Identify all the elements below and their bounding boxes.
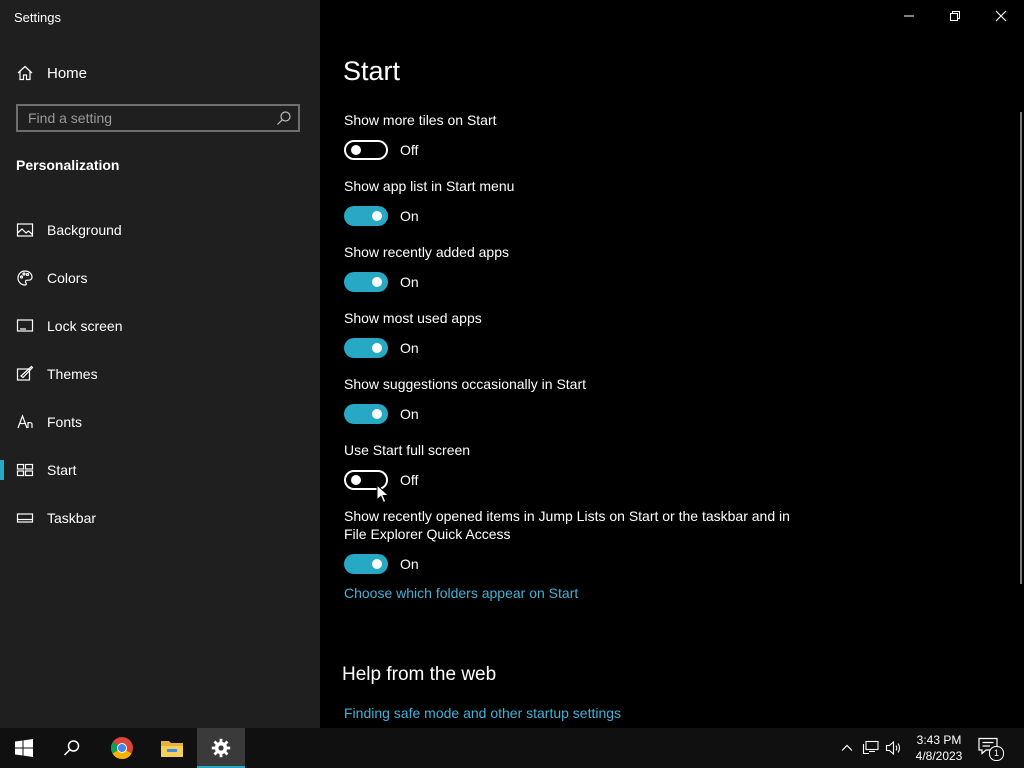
action-center-button[interactable]: 1 [978,737,1004,761]
setting-app-list: Show app list in Start menu On [344,177,804,226]
home-icon [16,64,34,82]
restore-button[interactable] [932,0,978,32]
page-title: Start [343,56,401,86]
network-icon [862,740,879,755]
setting-suggestions: Show suggestions occasionally in Start O… [344,375,804,424]
home-label: Home [47,64,88,82]
setting-label: Use Start full screen [344,442,471,458]
setting-label: Show more tiles on Start [344,112,497,128]
image-icon [16,221,34,239]
search-box [16,104,300,132]
setting-full-screen: Use Start full screen Off [344,441,804,490]
toggle-switch[interactable] [344,404,388,424]
toggle-state: On [400,208,419,224]
themes-icon [16,365,34,383]
setting-recently-added: Show recently added apps On [344,243,804,292]
sidebar-item-fonts[interactable]: Fonts [0,398,320,446]
sidebar-item-taskbar[interactable]: Taskbar [0,494,320,542]
home-nav-item[interactable]: Home [16,62,87,84]
search-icon[interactable] [276,110,292,126]
start-button[interactable] [0,728,48,768]
sidebar: Settings Home Personalization Background [0,0,320,728]
toggle-state: On [400,406,419,422]
active-indicator [0,460,4,480]
search-icon [63,740,80,756]
section-title: Personalization [16,157,120,173]
toggle-state: Off [400,142,419,158]
start-icon [16,461,34,479]
speaker-icon [885,740,901,756]
setting-label: Show suggestions occasionally in Start [344,376,587,392]
sidebar-item-lock-screen[interactable]: Lock screen [0,302,320,350]
minimize-icon [904,15,914,17]
system-clock[interactable]: 3:43 PM 4/8/2023 [906,732,972,764]
minimize-button[interactable] [886,0,932,32]
search-input[interactable] [18,106,278,130]
restore-icon [950,11,960,21]
sidebar-item-label: Background [47,222,122,238]
mouse-cursor-icon [376,484,390,504]
chrome-taskbar-button[interactable] [98,728,146,768]
lock-screen-icon [16,317,34,335]
sidebar-item-label: Colors [47,270,88,286]
notification-count-badge: 1 [989,746,1004,761]
close-button[interactable] [978,0,1024,32]
sidebar-item-start[interactable]: Start [0,446,320,494]
toggle-state: Off [400,472,419,488]
help-section-title: Help from the web [342,664,497,685]
chevron-up-icon [841,744,853,751]
sidebar-item-label: Start [47,462,77,478]
settings-taskbar-button[interactable] [197,728,245,768]
setting-most-used: Show most used apps On [344,309,804,358]
toggle-switch[interactable] [344,206,388,226]
volume-button[interactable] [885,738,903,758]
toggle-state: On [400,340,419,356]
choose-folders-link[interactable]: Choose which folders appear on Start [344,585,578,601]
file-explorer-taskbar-button[interactable] [148,728,196,768]
sidebar-nav: Background Colors Lock screen Themes Fon… [0,206,320,542]
taskbar: 3:43 PM 4/8/2023 1 [0,728,1024,768]
toggle-switch[interactable] [344,140,388,160]
settings-list: Show more tiles on Start Off Show app li… [344,111,804,591]
settings-window: Settings Home Personalization Background [0,0,1024,728]
clock-date: 4/8/2023 [915,749,963,763]
setting-jump-lists: Show recently opened items in Jump Lists… [344,507,804,574]
sidebar-item-colors[interactable]: Colors [0,254,320,302]
app-title: Settings [14,10,61,25]
setting-label: Show recently added apps [344,244,509,260]
main-content: Start Show more tiles on Start Off Show … [320,0,1024,728]
setting-label: Show most used apps [344,310,482,326]
caption-buttons [886,0,1024,32]
folder-icon [161,741,183,757]
clock-time: 3:43 PM [916,733,962,747]
show-hidden-icons-button[interactable] [838,738,856,758]
sidebar-item-label: Taskbar [47,510,97,526]
sidebar-item-label: Lock screen [47,318,123,334]
chrome-icon [111,737,133,759]
windows-logo-icon [15,739,33,757]
toggle-state: On [400,274,419,290]
taskbar-search-button[interactable] [48,728,96,768]
sidebar-item-label: Themes [47,366,98,382]
safe-mode-help-link[interactable]: Finding safe mode and other startup sett… [344,705,621,721]
setting-label: Show app list in Start menu [344,178,515,194]
sidebar-item-label: Fonts [47,414,83,430]
network-button[interactable] [862,738,880,758]
toggle-switch[interactable] [344,338,388,358]
fonts-icon [16,413,34,431]
toggle-state: On [400,556,419,572]
setting-more-tiles: Show more tiles on Start Off [344,111,804,160]
taskbar-icon [16,509,34,527]
toggle-switch[interactable] [344,554,388,574]
toggle-switch[interactable] [344,272,388,292]
palette-icon [16,269,34,287]
gear-icon [211,738,231,758]
sidebar-item-themes[interactable]: Themes [0,350,320,398]
scrollbar[interactable] [1020,112,1022,584]
sidebar-item-background[interactable]: Background [0,206,320,254]
close-icon [995,10,1007,22]
setting-label: Show recently opened items in Jump Lists… [344,508,790,542]
